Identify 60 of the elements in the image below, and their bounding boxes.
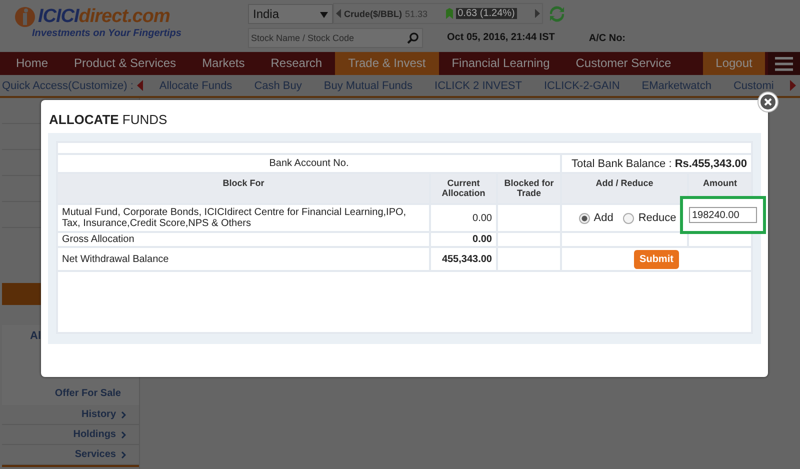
sidebar-item[interactable]: History (82, 409, 116, 420)
table-cell: Net Withdrawal Balance (62, 254, 169, 264)
quick-link[interactable]: Cash Buy (254, 80, 302, 92)
ticker-change: 0.63 (1.24%) (456, 8, 517, 19)
chevron-icon (121, 410, 126, 418)
table-cell: Gross Allocation (62, 234, 134, 245)
nav-tab[interactable]: Markets (189, 52, 258, 75)
panel-heading: Al (30, 330, 41, 342)
nav-tab[interactable]: Trade & Invest (335, 52, 439, 75)
right-arrow-icon[interactable] (534, 9, 540, 18)
nav-tab[interactable]: Customer Service (562, 52, 684, 75)
radio-label[interactable]: Add (594, 212, 614, 224)
column-header: Add / Reduce (561, 173, 688, 204)
sidebar-item[interactable]: Holdings (73, 429, 116, 440)
date-time: Oct 05, 2016, 21:44 IST (446, 31, 556, 45)
left-arrow-icon[interactable] (137, 80, 144, 91)
quick-link[interactable]: Buy Mutual Funds (324, 80, 413, 92)
quick-link[interactable]: ICLICK-2-GAIN (544, 80, 620, 92)
sidebar-item[interactable]: Services (74, 449, 116, 460)
account-label: A/C No: (588, 32, 626, 44)
close-icon[interactable] (757, 91, 779, 113)
quick-access-label[interactable]: Quick Access(Customize) : (0, 80, 134, 92)
nav-tab[interactable]: Product & Services (61, 52, 190, 75)
chevron-icon (121, 450, 126, 458)
chevron-icon (121, 430, 126, 438)
modal-title: ALLOCATE FUNDS (48, 111, 168, 129)
market-select[interactable]: India (248, 4, 333, 24)
amount-field[interactable]: 198240.00 (689, 207, 757, 223)
menu-button[interactable] (768, 52, 800, 75)
column-header: Block For (57, 173, 430, 204)
quick-link[interactable]: Allocate Funds (159, 80, 232, 92)
logout-button[interactable]: Logout (703, 52, 765, 75)
ticker-label: Crude($/BBL) (344, 8, 402, 18)
logo-icon (14, 6, 36, 28)
left-arrow-icon[interactable] (336, 9, 341, 18)
tagline: Investments on Your Fingertips (31, 28, 182, 39)
quick-link[interactable]: Customi (733, 80, 774, 92)
table-cell-text: Mutual Fund, Corporate Bonds, ICICIdirect Centre for Financial Learning,IPO, Tax, Insurance,Credit Score,NPS & Others (62, 207, 408, 229)
menu-icon (775, 56, 793, 70)
quick-link[interactable]: EMarketwatch (642, 80, 712, 92)
column-header: Blocked for Trade (497, 173, 561, 204)
bank-account-label: Bank Account No. (269, 158, 349, 169)
nav-tab[interactable]: Home (0, 52, 62, 75)
nav-tab[interactable]: Financial Learning (438, 52, 563, 75)
logo-text: ICICIdirect.com (38, 6, 170, 28)
submit-button[interactable]: Submit (634, 250, 680, 268)
radio-button[interactable] (623, 212, 634, 224)
quick-link[interactable]: ICLICK 2 INVEST (434, 80, 522, 92)
table-cell: 0.00 (472, 234, 492, 245)
offer-link[interactable]: Offer For Sale (54, 388, 121, 399)
bookmark-icon (446, 8, 453, 19)
radio-button[interactable] (578, 212, 590, 224)
search-field[interactable]: Stock Name / Stock Code (248, 28, 423, 48)
radio-label[interactable]: Reduce (638, 212, 676, 224)
total-balance: Total Bank Balance : Rs.455,343.00 (571, 158, 747, 170)
right-arrow-icon[interactable] (790, 80, 796, 91)
table-cell: 455,343.00 (442, 254, 492, 264)
column-header: Current Allocation (430, 173, 497, 204)
nav-tab[interactable]: Research (258, 52, 336, 75)
table-cell: 0.00 (472, 212, 492, 224)
